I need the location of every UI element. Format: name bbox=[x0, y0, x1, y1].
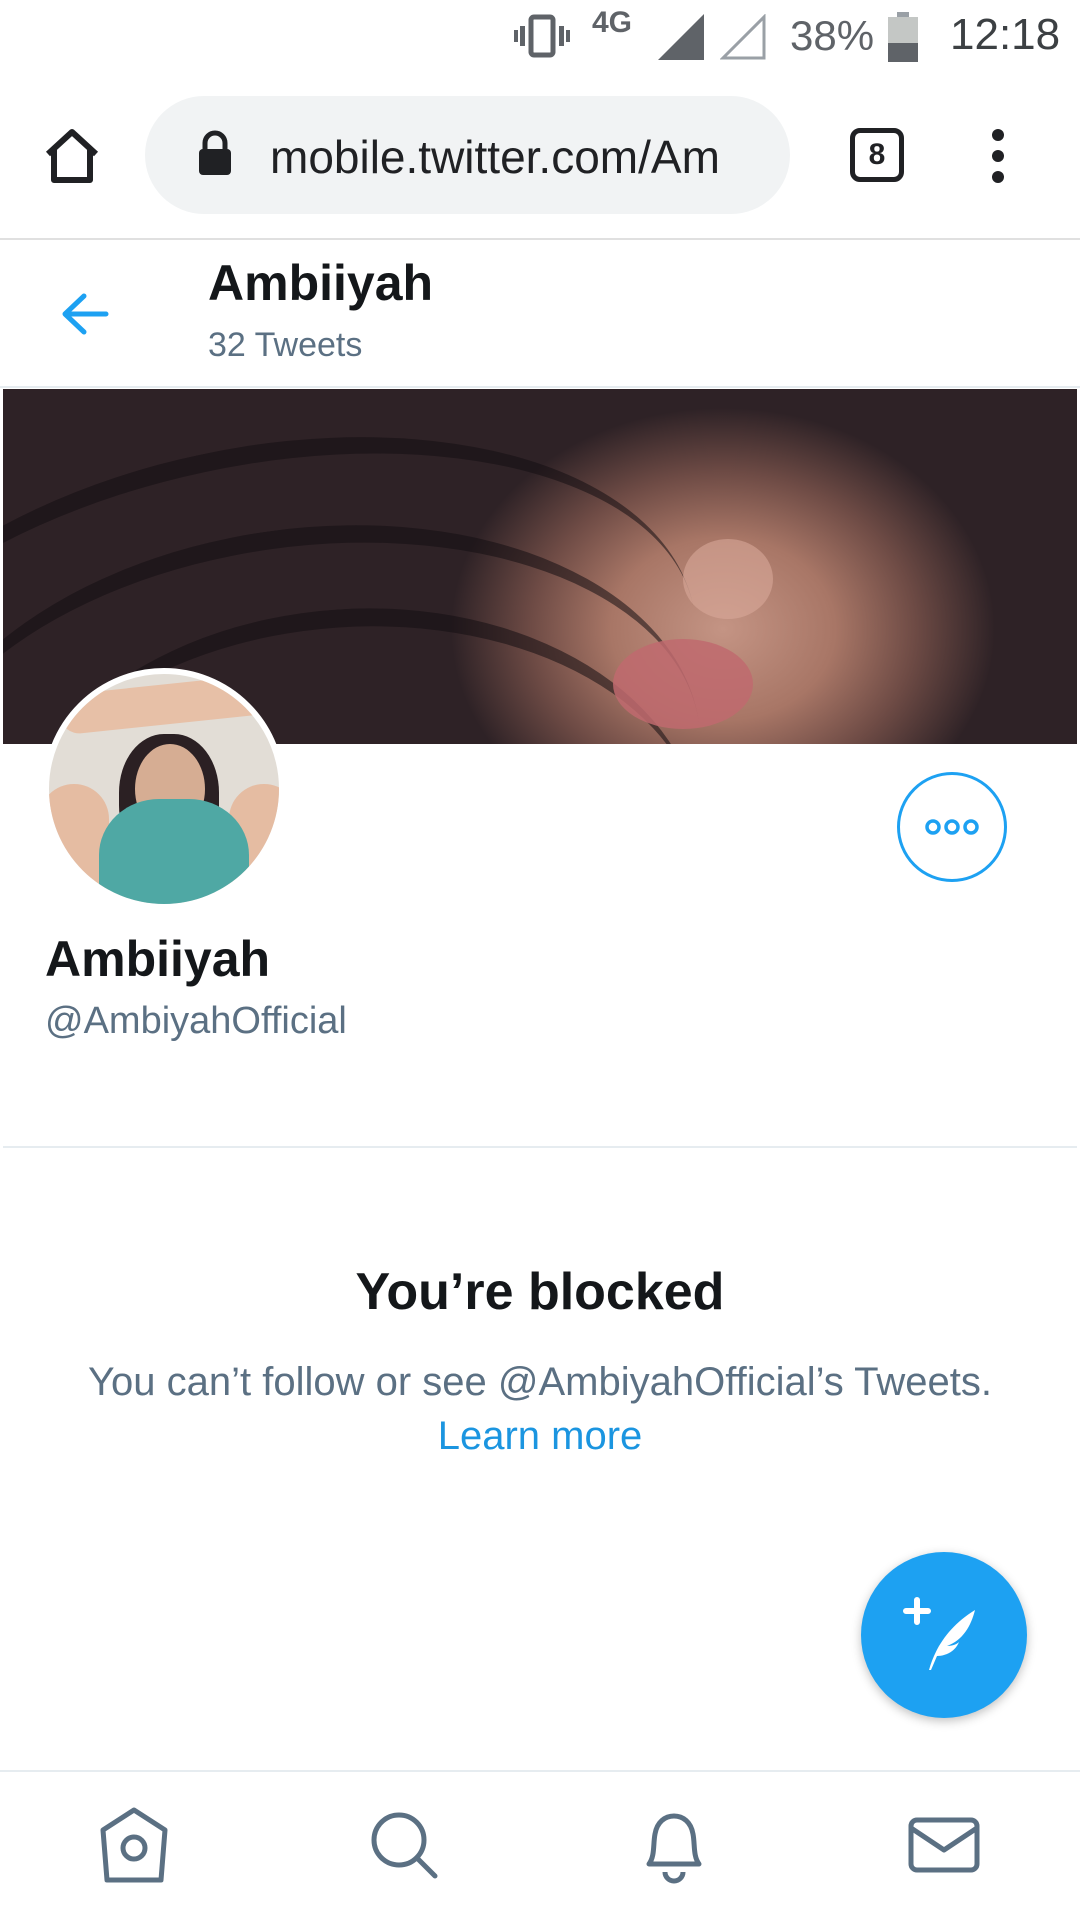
battery-icon bbox=[888, 12, 918, 62]
clock: 12:18 bbox=[950, 10, 1061, 59]
notifications-icon[interactable] bbox=[629, 1800, 719, 1890]
avatar[interactable] bbox=[43, 668, 285, 910]
more-dots-icon bbox=[925, 819, 979, 835]
tweet-count: 32 Tweets bbox=[208, 326, 363, 364]
vibrate-icon bbox=[514, 14, 570, 58]
address-bar[interactable]: mobile.twitter.com/Am bbox=[145, 96, 790, 214]
messages-icon[interactable] bbox=[899, 1800, 989, 1890]
profile-header: Ambiiyah 32 Tweets bbox=[0, 242, 1080, 388]
home-icon[interactable] bbox=[42, 126, 102, 186]
status-bar: 4G 38% 12:18 bbox=[0, 0, 1080, 76]
more-options-button[interactable] bbox=[897, 772, 1007, 882]
search-icon[interactable] bbox=[359, 1800, 449, 1890]
url-text: mobile.twitter.com/Am bbox=[270, 131, 720, 183]
handle: @AmbiyahOfficial bbox=[45, 1000, 347, 1042]
home-nav-icon[interactable] bbox=[89, 1800, 179, 1890]
battery-percent: 38% bbox=[790, 12, 875, 59]
bottom-navigation bbox=[0, 1770, 1080, 1920]
network-type: 4G bbox=[592, 6, 633, 39]
tab-switcher-icon[interactable]: 8 bbox=[850, 128, 904, 182]
lock-icon bbox=[199, 130, 231, 175]
browser-toolbar: mobile.twitter.com/Am 8 bbox=[0, 76, 1080, 240]
signal-icon bbox=[658, 14, 704, 60]
header-title: Ambiiyah bbox=[208, 255, 434, 311]
signal-empty-icon bbox=[720, 14, 766, 60]
divider bbox=[3, 1146, 1077, 1148]
learn-more-link[interactable]: Learn more bbox=[0, 1414, 1080, 1459]
overflow-menu-icon[interactable] bbox=[984, 128, 1012, 184]
compose-tweet-button[interactable] bbox=[861, 1552, 1027, 1718]
blocked-title: You’re blocked bbox=[355, 1263, 725, 1321]
compose-tweet-icon bbox=[903, 1597, 975, 1670]
blocked-message: You can’t follow or see @AmbiyahOfficial… bbox=[87, 1360, 993, 1404]
display-name: Ambiiyah bbox=[45, 931, 271, 987]
back-arrow-icon[interactable] bbox=[60, 292, 110, 336]
